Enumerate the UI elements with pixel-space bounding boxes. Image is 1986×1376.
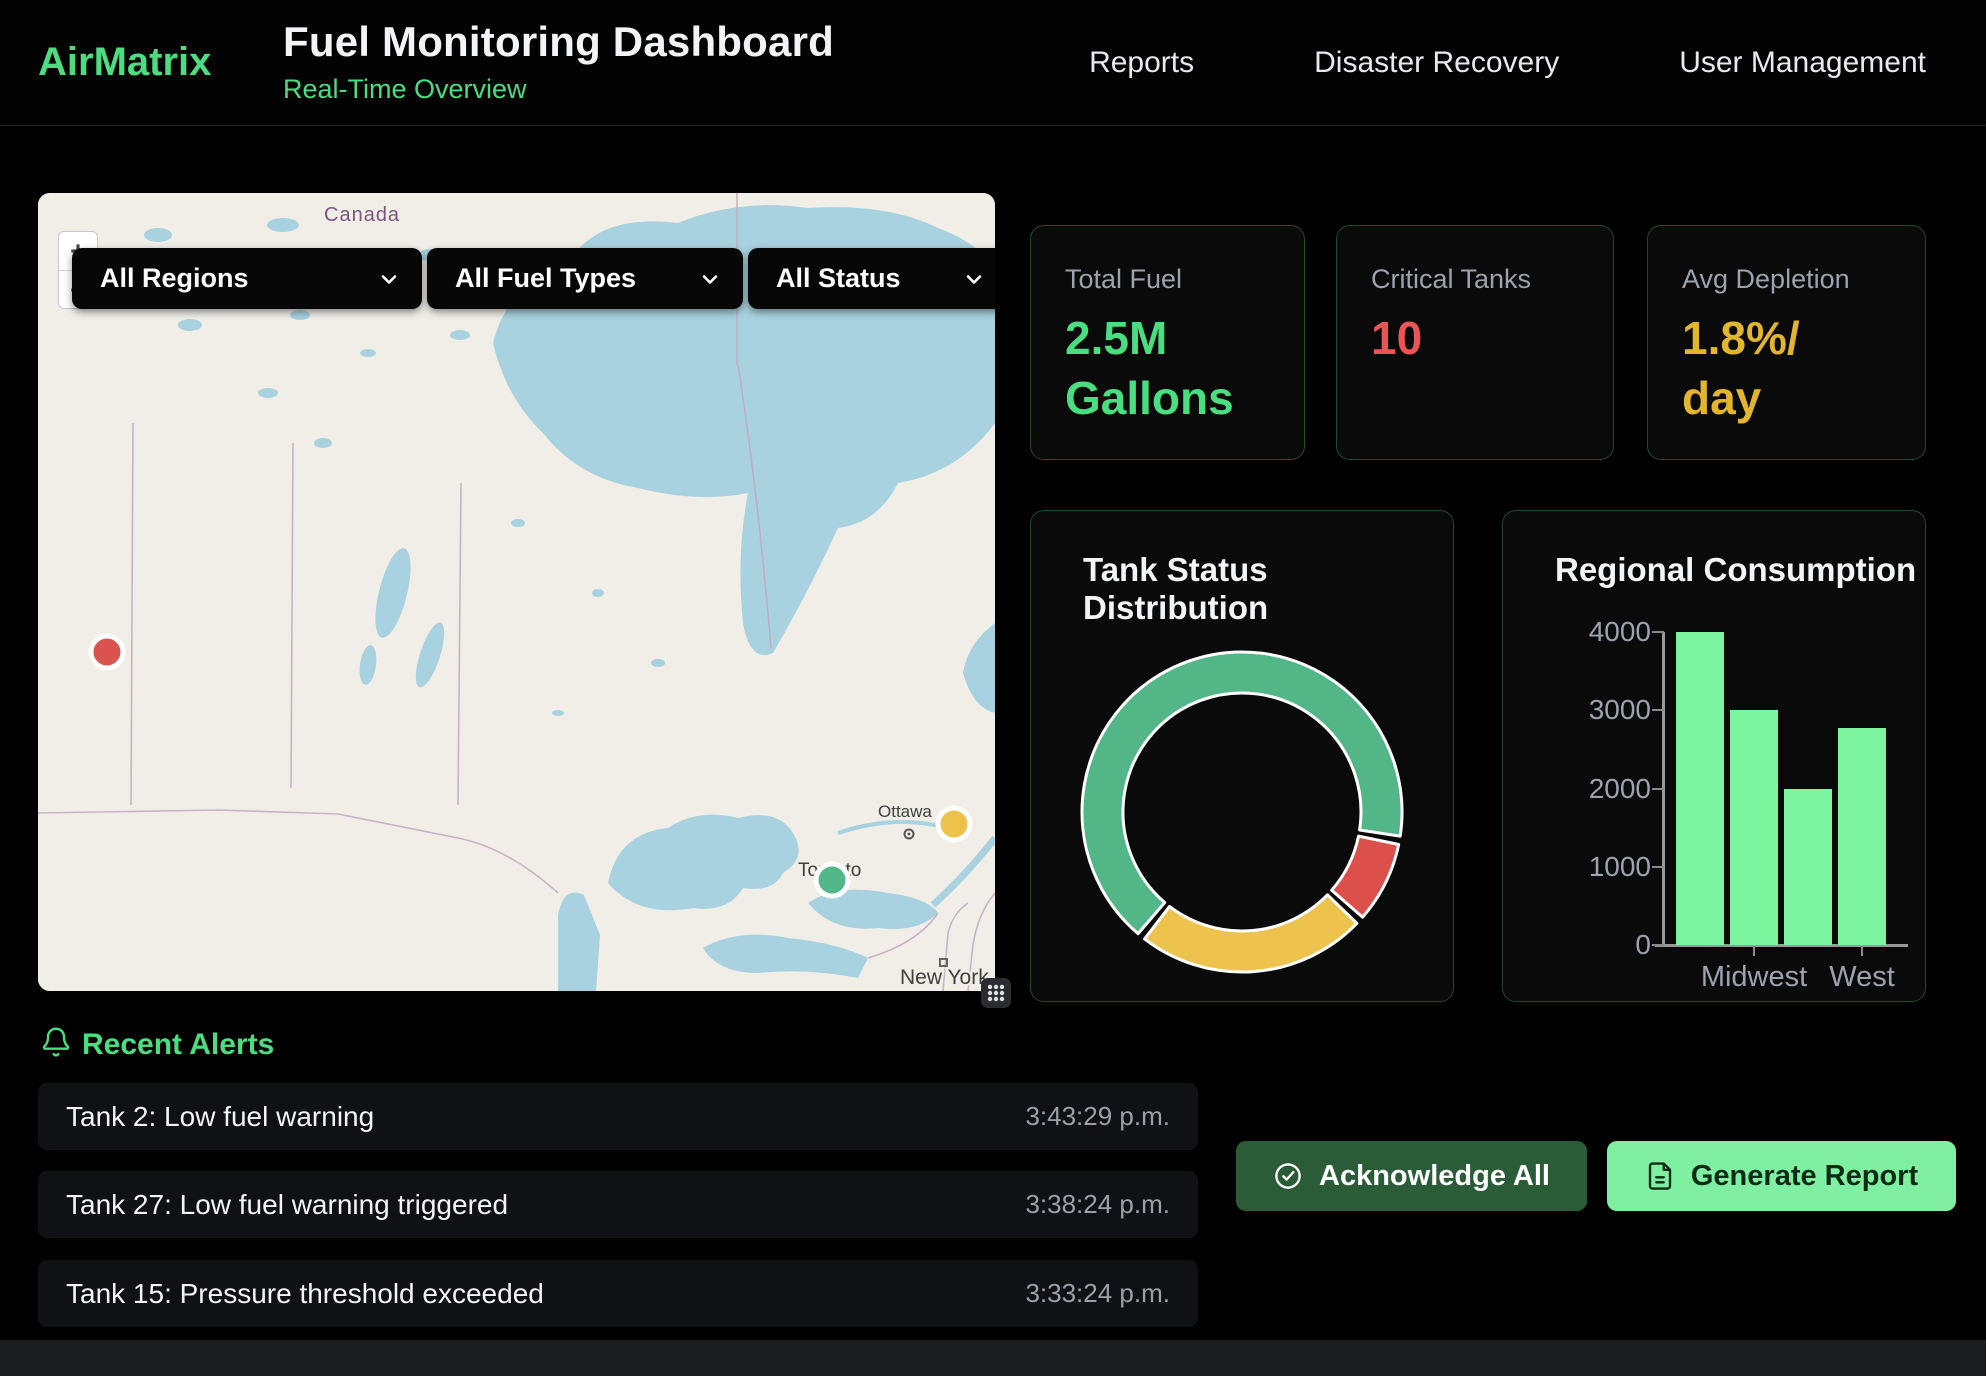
- tank-status-panel: Tank Status Distribution: [1030, 510, 1454, 1002]
- donut-segment-warning: [1145, 895, 1357, 972]
- file-text-icon: [1645, 1161, 1675, 1191]
- stat-value: 2.5MGallons: [1065, 309, 1270, 429]
- critical-tank-marker[interactable]: [91, 636, 123, 668]
- nav-item-disaster-recovery[interactable]: Disaster Recovery: [1314, 46, 1559, 80]
- fuel-type-filter-label: All Fuel Types: [455, 263, 636, 294]
- ottawa-city-dot-center: [908, 833, 911, 836]
- x-tick-mark: [1861, 946, 1863, 956]
- stat-label: Total Fuel: [1065, 264, 1270, 295]
- alert-timestamp: 3:33:24 p.m.: [1025, 1278, 1170, 1309]
- stat-card-avg-depletion: Avg Depletion 1.8%/day: [1647, 225, 1926, 460]
- alert-row-2[interactable]: Tank 27: Low fuel warning triggered 3:38…: [38, 1171, 1198, 1238]
- alert-message: Tank 27: Low fuel warning triggered: [66, 1189, 508, 1221]
- y-tick-mark: [1652, 709, 1664, 711]
- map-label-ottawa: Ottawa: [878, 802, 932, 821]
- bar-2: [1784, 789, 1832, 946]
- alert-timestamp: 3:43:29 p.m.: [1025, 1101, 1170, 1132]
- nav-item-reports[interactable]: Reports: [1089, 46, 1194, 80]
- check-circle-icon: [1273, 1161, 1303, 1191]
- x-tick-label: West: [1782, 961, 1942, 994]
- y-tick-mark: [1652, 944, 1664, 946]
- donut-segment-critical: [1332, 836, 1399, 917]
- y-tick-label: 3000: [1541, 696, 1651, 724]
- y-tick-label: 2000: [1541, 775, 1651, 803]
- bell-icon: [40, 1026, 72, 1058]
- bottom-bar: [0, 1340, 1986, 1376]
- chevron-down-icon: [378, 268, 400, 290]
- status-filter-label: All Status: [776, 263, 901, 294]
- alert-message: Tank 2: Low fuel warning: [66, 1101, 374, 1133]
- generate-report-button[interactable]: Generate Report: [1607, 1141, 1956, 1211]
- stat-value: 1.8%/day: [1682, 309, 1891, 429]
- stat-card-critical-tanks: Critical Tanks 10: [1336, 225, 1614, 460]
- fuel-type-filter-dropdown[interactable]: All Fuel Types: [427, 248, 743, 309]
- regional-consumption-panel: Regional Consumption 01000200030004000Mi…: [1502, 510, 1926, 1002]
- map-canvas[interactable]: Canada Ottawa Toronto New York: [38, 193, 995, 991]
- title-block: Fuel Monitoring Dashboard Real-Time Over…: [283, 18, 834, 105]
- map-panel: Canada Ottawa Toronto New York + − All R…: [38, 193, 995, 991]
- map-filters: All Regions All Fuel Types All Status: [72, 248, 995, 309]
- bar-0: [1676, 632, 1724, 945]
- bar-1: [1730, 710, 1778, 945]
- region-filter-dropdown[interactable]: All Regions: [72, 248, 422, 309]
- map-label-canada: Canada: [324, 204, 400, 226]
- normal-tank-marker[interactable]: [816, 864, 848, 896]
- chevron-down-icon: [963, 268, 985, 290]
- alert-timestamp: 3:38:24 p.m.: [1025, 1189, 1170, 1220]
- warning-tank-marker[interactable]: [938, 808, 970, 840]
- y-tick-label: 1000: [1541, 853, 1651, 881]
- stat-value: 10: [1371, 309, 1579, 369]
- app-logo: AirMatrix: [38, 0, 211, 125]
- chevron-down-icon: [699, 268, 721, 290]
- y-tick-label: 0: [1541, 931, 1651, 959]
- stat-label: Avg Depletion: [1682, 264, 1891, 295]
- region-filter-label: All Regions: [100, 263, 249, 294]
- main-nav: Reports Disaster Recovery User Managemen…: [1089, 0, 1926, 125]
- stat-card-total-fuel: Total Fuel 2.5MGallons: [1030, 225, 1305, 460]
- generate-report-label: Generate Report: [1691, 1160, 1918, 1193]
- y-tick-label: 4000: [1541, 618, 1651, 646]
- acknowledge-all-button[interactable]: Acknowledge All: [1236, 1141, 1587, 1211]
- alert-message: Tank 15: Pressure threshold exceeded: [66, 1278, 544, 1310]
- map-label-new-york: New York: [900, 966, 989, 989]
- alert-row-3[interactable]: Tank 15: Pressure threshold exceeded 3:3…: [38, 1260, 1198, 1327]
- alert-row-1[interactable]: Tank 2: Low fuel warning 3:43:29 p.m.: [38, 1083, 1198, 1150]
- x-tick-mark: [1753, 946, 1755, 956]
- regional-consumption-bar-chart: 01000200030004000MidwestWest: [1503, 511, 1925, 1001]
- recent-alerts-title: Recent Alerts: [82, 1028, 274, 1062]
- y-tick-mark: [1652, 631, 1664, 633]
- y-tick-mark: [1652, 788, 1664, 790]
- tank-status-donut-chart: [1072, 642, 1412, 982]
- fuel-monitoring-dashboard: AirMatrix Fuel Monitoring Dashboard Real…: [0, 0, 1986, 1376]
- bar-3: [1838, 728, 1886, 945]
- page-subtitle: Real-Time Overview: [283, 74, 834, 105]
- header: AirMatrix Fuel Monitoring Dashboard Real…: [0, 0, 1986, 126]
- map-resize-handle[interactable]: [981, 978, 1011, 1008]
- page-title: Fuel Monitoring Dashboard: [283, 18, 834, 66]
- stat-label: Critical Tanks: [1371, 264, 1579, 295]
- status-filter-dropdown[interactable]: All Status: [748, 248, 995, 309]
- tank-status-title: Tank Status Distribution: [1083, 551, 1453, 627]
- nav-item-user-management[interactable]: User Management: [1679, 46, 1926, 80]
- acknowledge-all-label: Acknowledge All: [1319, 1160, 1550, 1193]
- y-tick-mark: [1652, 866, 1664, 868]
